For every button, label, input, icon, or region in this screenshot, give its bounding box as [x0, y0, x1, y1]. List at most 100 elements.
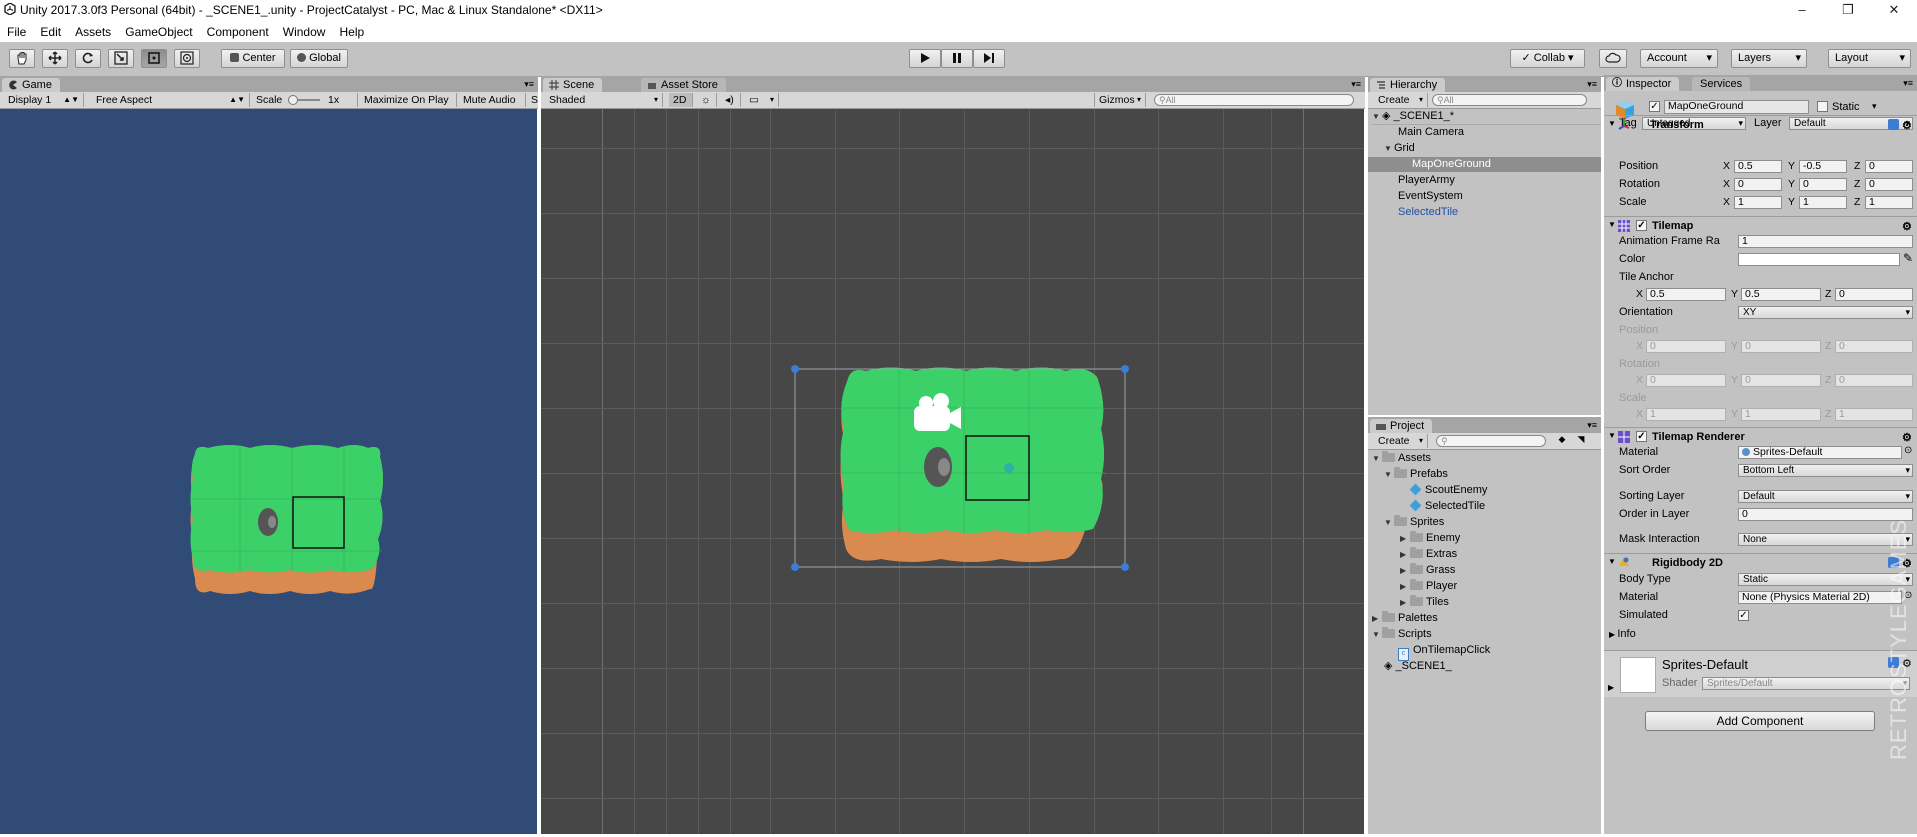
hand-tool-button[interactable] [9, 49, 35, 68]
game-viewport[interactable] [0, 109, 537, 834]
rect-tool-button[interactable] [141, 49, 167, 68]
scale-tool-button[interactable] [108, 49, 134, 68]
renderer-enabled-checkbox[interactable]: ✓ [1636, 431, 1647, 442]
tab-project[interactable]: Project [1370, 419, 1433, 433]
list-item[interactable]: PlayerArmy [1398, 173, 1455, 188]
menu-window[interactable]: Window [276, 22, 330, 39]
folder-extras[interactable]: ▶ Extras [1400, 547, 1457, 562]
position-z-field[interactable]: 0 [1865, 160, 1913, 173]
object-picker-icon[interactable]: ⊙ [1904, 445, 1912, 456]
rotation-x-field[interactable]: 0 [1734, 178, 1782, 191]
pause-button[interactable] [941, 49, 973, 68]
step-button[interactable] [973, 49, 1005, 68]
scale-z-field[interactable]: 1 [1865, 196, 1913, 209]
scene-search-input[interactable]: ⚲All [1154, 94, 1354, 106]
color-field[interactable] [1738, 253, 1900, 266]
position-x-field[interactable]: 0.5 [1734, 160, 1782, 173]
panel-menu-icon[interactable]: ▾≡ [524, 79, 534, 90]
gear-icon[interactable]: ⚙ [1902, 220, 1913, 233]
tab-game[interactable]: Game [2, 78, 60, 92]
scene-root[interactable]: ▼ ◈ _SCENE1_* [1372, 109, 1601, 125]
rotation-y-field[interactable]: 0 [1799, 178, 1847, 191]
orientation-dropdown[interactable]: XY [1738, 306, 1913, 319]
folder-player[interactable]: ▶ Player [1400, 579, 1457, 594]
hierarchy-search-input[interactable]: ⚲All [1432, 94, 1587, 106]
position-y-field[interactable]: -0.5 [1799, 160, 1847, 173]
move-tool-button[interactable] [42, 49, 68, 68]
tab-asset-store[interactable]: Asset Store [641, 78, 726, 92]
rotation-z-field[interactable]: 0 [1865, 178, 1913, 191]
menu-edit[interactable]: Edit [33, 22, 65, 39]
menu-assets[interactable]: Assets [68, 22, 115, 39]
animation-frame-rate-field[interactable]: 1 [1738, 235, 1913, 248]
add-component-button[interactable]: Add Component [1645, 711, 1875, 731]
asset-scene1[interactable]: ◈ _SCENE1_ [1384, 659, 1452, 674]
transform-tool-button[interactable] [174, 49, 200, 68]
anchor-x-field[interactable]: 0.5 [1646, 288, 1726, 301]
folder-sprites[interactable]: ▼ Sprites [1384, 515, 1444, 530]
folder-scripts[interactable]: ▼ Scripts [1372, 627, 1432, 642]
panel-menu-icon[interactable]: ▾≡ [1587, 420, 1597, 431]
menu-gameobject[interactable]: GameObject [118, 22, 196, 39]
tab-scene[interactable]: Scene [543, 78, 603, 92]
gear-icon[interactable]: ⚙ [1902, 431, 1913, 444]
project-create-dropdown[interactable]: Create ▾ [1374, 434, 1428, 448]
scale-slider[interactable]: Scale 1x [252, 93, 358, 107]
list-item[interactable]: ▼ Grid [1384, 141, 1415, 156]
info-foldout[interactable]: ▶ Info [1609, 628, 1636, 640]
gizmos-dropdown[interactable]: Gizmos ▾ [1094, 93, 1146, 107]
stats-toggle[interactable]: S [527, 93, 538, 107]
menu-help[interactable]: Help [333, 22, 369, 39]
physics-material-field[interactable]: None (Physics Material 2D) [1738, 591, 1902, 604]
list-item-prefab[interactable]: SelectedTile [1398, 205, 1458, 220]
scale-x-field[interactable]: 1 [1734, 196, 1782, 209]
pivot-global-button[interactable]: Global [290, 49, 348, 68]
material-field[interactable]: Sprites-Default [1738, 446, 1902, 459]
aspect-dropdown[interactable]: Free Aspect ▲▼ [92, 93, 250, 107]
hierarchy-create-dropdown[interactable]: Create ▾ [1374, 93, 1428, 107]
menu-component[interactable]: Component [200, 22, 273, 39]
folder-assets[interactable]: ▼ Assets [1372, 451, 1431, 466]
folder-tiles[interactable]: ▶ Tiles [1400, 595, 1449, 610]
pivot-center-button[interactable]: Center [221, 49, 285, 68]
collab-dropdown[interactable]: ✓ Collab ▾ [1510, 49, 1585, 68]
simulated-checkbox[interactable]: ✓ [1738, 610, 1749, 621]
filter-label-button[interactable]: ◥ [1573, 434, 1589, 448]
lighting-toggle[interactable]: ☼ [697, 93, 717, 107]
eyedropper-icon[interactable]: ✎ [1903, 251, 1913, 265]
anchor-y-field[interactable]: 0.5 [1741, 288, 1821, 301]
folder-enemy[interactable]: ▶ Enemy [1400, 531, 1460, 546]
tab-hierarchy[interactable]: Hierarchy [1370, 78, 1446, 92]
slider-thumb[interactable] [288, 95, 298, 105]
folder-palettes[interactable]: ▶ Palettes [1372, 611, 1438, 626]
asset-scoutenemy[interactable]: ScoutEnemy [1409, 483, 1487, 498]
panel-menu-icon[interactable]: ▾≡ [1587, 79, 1597, 90]
maximize-on-play-toggle[interactable]: Maximize On Play [360, 93, 457, 107]
mute-audio-toggle[interactable]: Mute Audio [459, 93, 526, 107]
filter-type-button[interactable]: ◆ [1554, 434, 1570, 448]
effects-dropdown[interactable]: ▭ ▾ [745, 93, 779, 107]
asset-selectedtile[interactable]: SelectedTile [1409, 499, 1485, 514]
scale-y-field[interactable]: 1 [1799, 196, 1847, 209]
sorting-layer-dropdown[interactable]: Default [1738, 490, 1913, 503]
list-item[interactable]: Main Camera [1398, 125, 1464, 140]
rotate-tool-button[interactable] [75, 49, 101, 68]
scene-viewport[interactable] [541, 109, 1364, 834]
shading-dropdown[interactable]: Shaded ▾ [545, 93, 663, 107]
shader-dropdown[interactable]: Sprites/Default [1702, 677, 1910, 690]
display-dropdown[interactable]: Display 1 ▲▼ [4, 93, 84, 107]
tilemap-enabled-checkbox[interactable]: ✓ [1636, 220, 1647, 231]
panel-menu-icon[interactable]: ▾≡ [1351, 79, 1361, 90]
folder-prefabs[interactable]: ▼ Prefabs [1384, 467, 1448, 482]
menu-file[interactable]: File [0, 22, 30, 39]
folder-grass[interactable]: ▶ Grass [1400, 563, 1455, 578]
tilemap-header[interactable]: ▼ ✓ Tilemap ⚙ [1604, 216, 1917, 235]
asset-ontilemapclick[interactable]: c OnTilemapClick [1398, 643, 1490, 661]
2d-toggle[interactable]: 2D [669, 93, 693, 107]
tilemap-renderer-header[interactable]: ▼ ✓ Tilemap Renderer ⚙ [1604, 427, 1917, 446]
play-button[interactable] [909, 49, 941, 68]
project-search-input[interactable]: ⚲ [1436, 435, 1546, 447]
sort-order-dropdown[interactable]: Bottom Left [1738, 464, 1913, 477]
list-item-selected[interactable]: MapOneGround [1368, 157, 1601, 172]
rigidbody2d-header[interactable]: ▼ Rigidbody 2D ⚙ [1604, 553, 1917, 572]
